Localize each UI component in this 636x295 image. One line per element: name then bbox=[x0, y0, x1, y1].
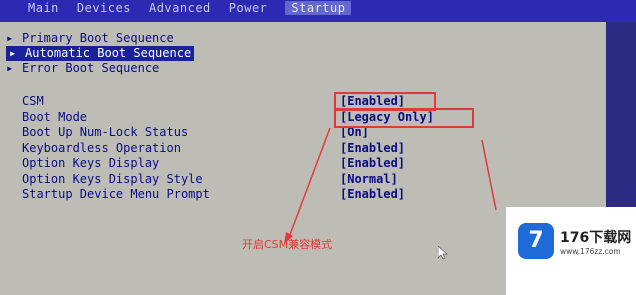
setting-label-keyboardless: Keyboardless Operation bbox=[22, 140, 181, 155]
setting-label-option-keys-style: Option Keys Display Style bbox=[22, 171, 203, 186]
tab-main[interactable]: Main bbox=[28, 1, 59, 15]
setting-label-option-keys-display: Option Keys Display bbox=[22, 156, 160, 170]
submenu-arrow-icon: ▸ bbox=[6, 61, 14, 75]
menu-item-error-boot-sequence[interactable]: ▸ Error Boot Sequence bbox=[6, 61, 194, 76]
settings-labels: CSM Boot Mode Boot Up Num-Lock Status Ke… bbox=[22, 94, 210, 203]
tab-advanced[interactable]: Advanced bbox=[149, 1, 211, 15]
bios-tab-bar: Main Devices Advanced Power Startup bbox=[0, 0, 636, 22]
annotation-box-boot-mode bbox=[334, 108, 474, 128]
boot-sequence-menu: ▸ Primary Boot Sequence ▸ Automatic Boot… bbox=[6, 31, 195, 76]
submenu-arrow-icon: ▸ bbox=[9, 46, 17, 60]
tab-devices[interactable]: Devices bbox=[77, 1, 131, 15]
brand-url: www.176zz.com bbox=[560, 247, 621, 256]
tab-power[interactable]: Power bbox=[229, 1, 268, 15]
value-keyboardless[interactable]: [Enabled] bbox=[340, 141, 434, 157]
value-startup-menu-prompt[interactable]: [Enabled] bbox=[340, 187, 434, 203]
menu-item-automatic-boot-sequence[interactable]: ▸ Automatic Boot Sequence bbox=[6, 46, 195, 61]
menu-item-label: Automatic Boot Sequence bbox=[25, 46, 192, 60]
brand-logo-icon: 7 bbox=[518, 223, 554, 259]
watermark-brand: 7 176下载网 www.176zz.com bbox=[506, 207, 636, 295]
setting-label-csm: CSM bbox=[22, 94, 44, 108]
mouse-cursor-icon bbox=[438, 246, 448, 260]
value-option-keys-display[interactable]: [Enabled] bbox=[340, 156, 434, 172]
tab-startup[interactable]: Startup bbox=[285, 1, 352, 15]
annotation-text: 开启CSM兼容模式 bbox=[242, 238, 333, 251]
menu-item-label: Primary Boot Sequence bbox=[22, 31, 174, 45]
setting-label-numlock: Boot Up Num-Lock Status bbox=[22, 125, 189, 139]
submenu-arrow-icon: ▸ bbox=[6, 31, 14, 45]
value-option-keys-style[interactable]: [Normal] bbox=[340, 172, 434, 188]
setting-label-boot-mode: Boot Mode bbox=[22, 109, 88, 124]
menu-item-label: Error Boot Sequence bbox=[22, 61, 160, 75]
menu-item-primary-boot-sequence[interactable]: ▸ Primary Boot Sequence bbox=[6, 31, 194, 46]
brand-name: 176下载网 bbox=[560, 230, 632, 246]
setting-label-startup-menu-prompt: Startup Device Menu Prompt bbox=[22, 187, 210, 201]
